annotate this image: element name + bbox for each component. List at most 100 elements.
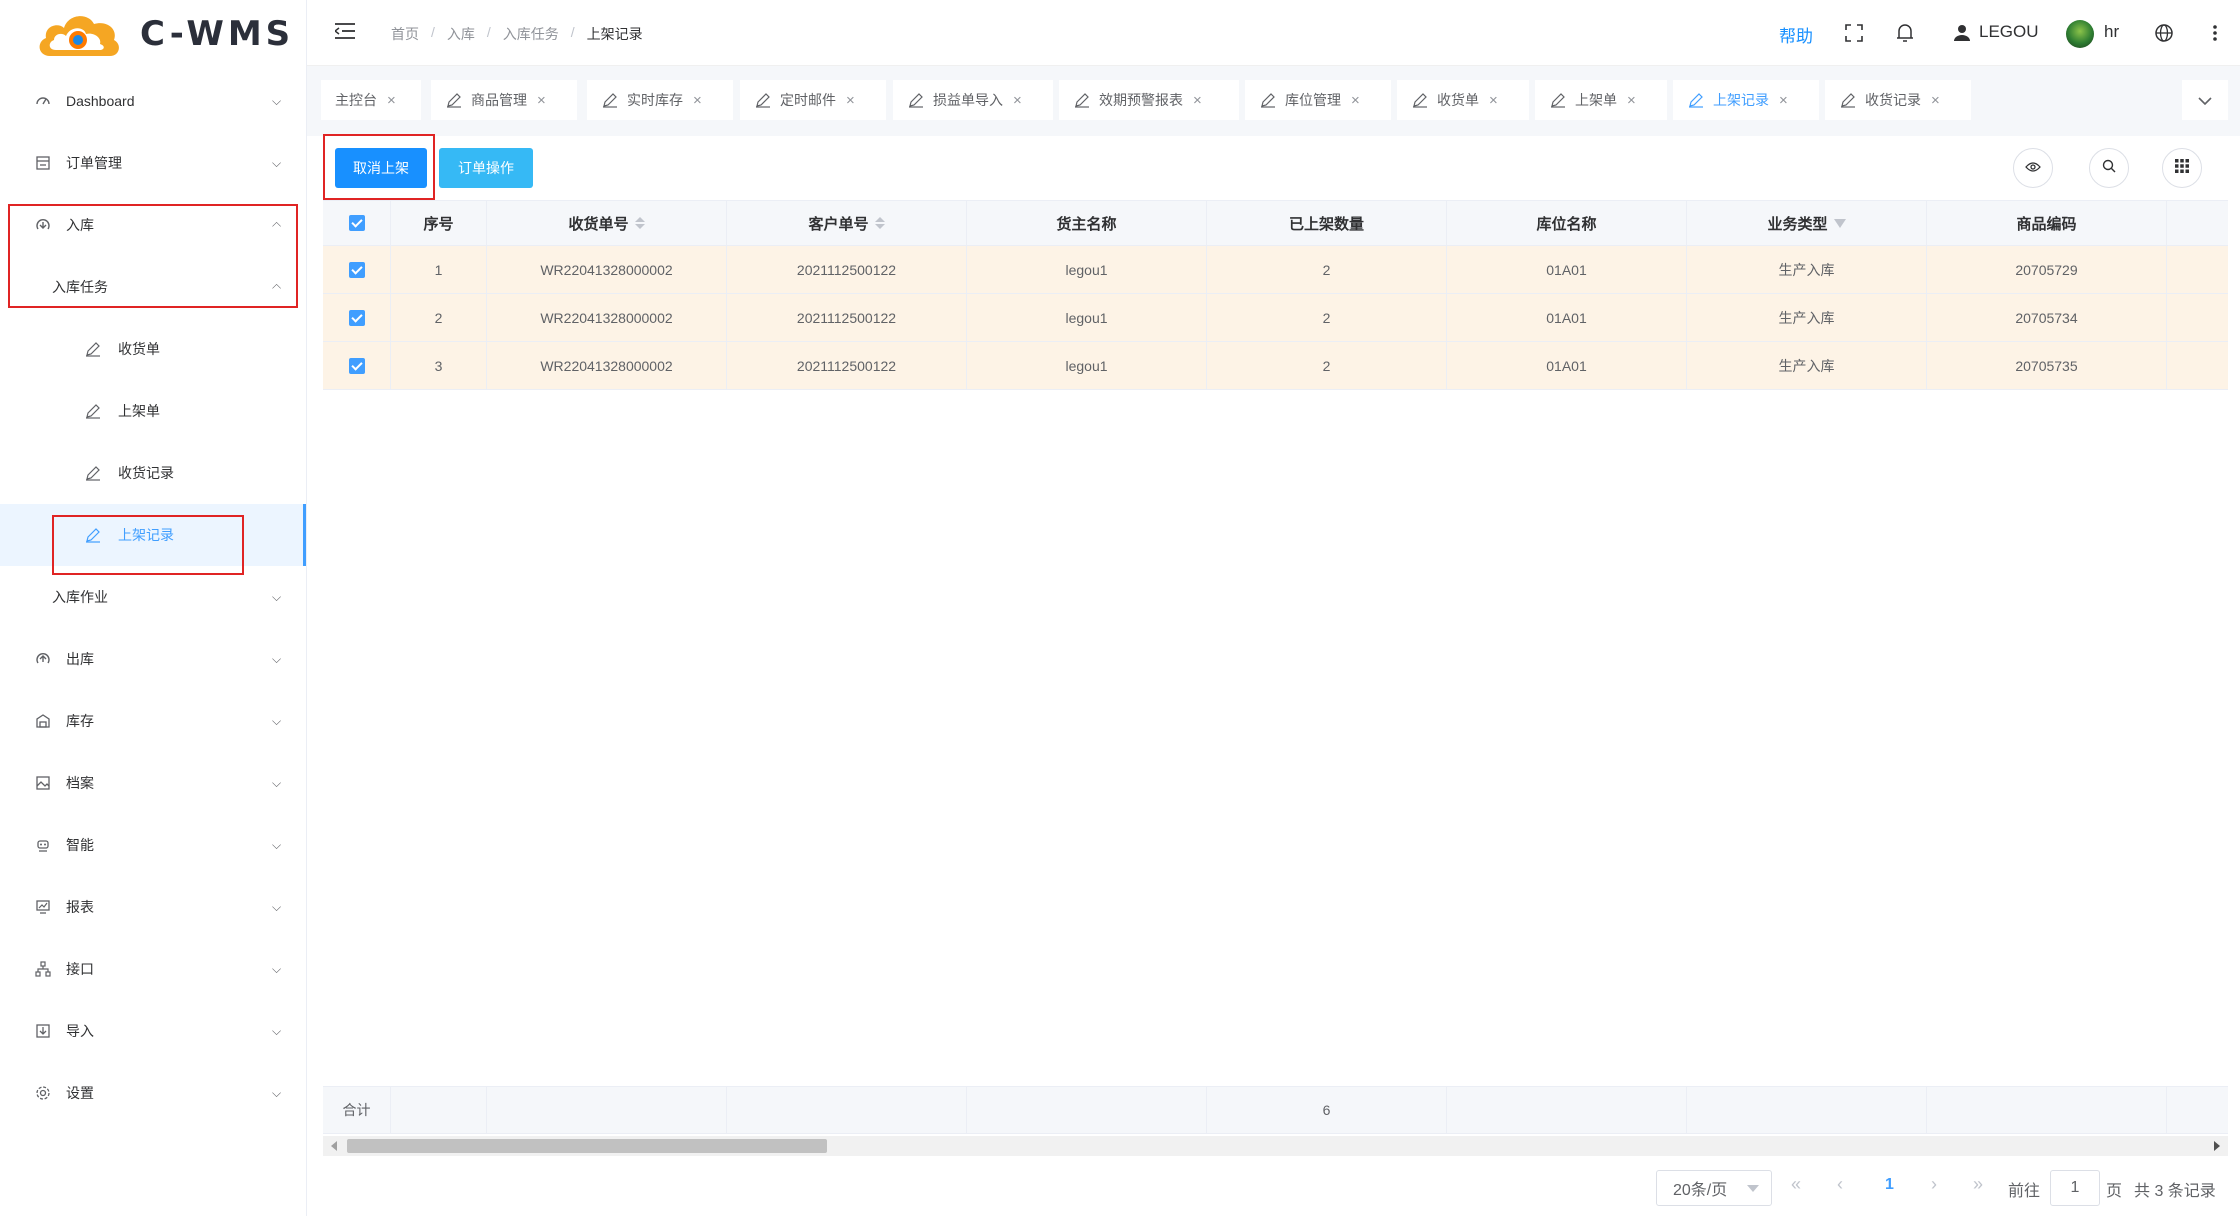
menu-import[interactable]: 导入 ⌵ bbox=[0, 1000, 306, 1062]
menu-outbound[interactable]: 出库 ⌵ bbox=[0, 628, 306, 690]
help-link[interactable]: 帮助 bbox=[1779, 22, 1813, 47]
tab-dashboard[interactable]: 主控台 × bbox=[321, 80, 421, 120]
next-page-icon[interactable]: › bbox=[1931, 1174, 1937, 1195]
bell-icon[interactable] bbox=[1894, 22, 1916, 44]
more-vertical-icon[interactable] bbox=[2204, 22, 2226, 44]
menu-label: 接口 bbox=[66, 961, 94, 977]
scroll-left-arrow-icon[interactable] bbox=[331, 1141, 337, 1151]
menu-archive[interactable]: 档案 ⌵ bbox=[0, 752, 306, 814]
menu-fold-icon[interactable] bbox=[333, 22, 355, 40]
col-receipt-no[interactable]: 收货单号 bbox=[487, 201, 727, 245]
goto-page-input[interactable]: 1 bbox=[2050, 1170, 2100, 1206]
last-page-icon[interactable]: » bbox=[1973, 1174, 1983, 1195]
fullscreen-icon[interactable] bbox=[1843, 22, 1865, 44]
tab-label: 实时库存 bbox=[627, 92, 683, 108]
account-name[interactable]: hr bbox=[2104, 22, 2119, 42]
menu-interface[interactable]: 接口 ⌵ bbox=[0, 938, 306, 1000]
menu-dashboard[interactable]: Dashboard ⌵ bbox=[0, 70, 306, 132]
close-icon[interactable]: × bbox=[537, 92, 546, 109]
globe-icon[interactable] bbox=[2153, 22, 2175, 44]
cell-biz-type: 生产入库 bbox=[1687, 246, 1927, 293]
tabs-dropdown-button[interactable] bbox=[2182, 80, 2228, 120]
scrollbar-thumb[interactable] bbox=[347, 1139, 827, 1153]
menu-order-mgmt[interactable]: 订单管理 ⌵ bbox=[0, 132, 306, 194]
close-icon[interactable]: × bbox=[1351, 92, 1360, 109]
close-icon[interactable]: × bbox=[1193, 92, 1202, 109]
tab-goods[interactable]: 商品管理 × bbox=[431, 80, 577, 120]
prev-page-icon[interactable]: ‹ bbox=[1837, 1174, 1843, 1195]
table-row[interactable]: 2 WR22041328000002 2021112500122 legou1 … bbox=[323, 294, 2228, 342]
menu-settings[interactable]: 设置 ⌵ bbox=[0, 1062, 306, 1124]
search-button[interactable] bbox=[2089, 148, 2129, 188]
close-icon[interactable]: × bbox=[1013, 92, 1022, 109]
row-select-cell bbox=[323, 246, 391, 293]
menu-putaway-record[interactable]: 上架记录 bbox=[0, 504, 306, 566]
close-icon[interactable]: × bbox=[1627, 92, 1636, 109]
first-page-icon[interactable]: « bbox=[1791, 1174, 1801, 1195]
app-logo[interactable]: C-WMS bbox=[32, 6, 294, 62]
order-ops-button[interactable]: 订单操作 bbox=[439, 148, 533, 188]
cancel-putaway-button[interactable]: 取消上架 bbox=[335, 148, 427, 188]
cell-location: 01A01 bbox=[1447, 342, 1687, 389]
menu-inbound[interactable]: 入库 ⌵ bbox=[0, 194, 306, 256]
breadcrumb-home[interactable]: 首页 bbox=[391, 24, 419, 44]
pagination: 20条/页 « ‹ 1 › » 前往 1 页 共 3 条记录 bbox=[323, 1168, 2228, 1208]
edit-icon bbox=[1549, 91, 1567, 109]
user-icon bbox=[1951, 22, 1973, 44]
close-icon[interactable]: × bbox=[387, 92, 396, 109]
summary-qty: 6 bbox=[1207, 1087, 1447, 1133]
menu-stock[interactable]: 库存 ⌵ bbox=[0, 690, 306, 752]
summary-row: 合计 6 bbox=[323, 1086, 2228, 1134]
col-customer-no[interactable]: 客户单号 bbox=[727, 201, 967, 245]
sort-icon[interactable] bbox=[634, 217, 645, 229]
cell-receipt-no: WR22041328000002 bbox=[487, 294, 727, 341]
column-settings-button[interactable] bbox=[2162, 148, 2202, 188]
menu-inbound-op[interactable]: 入库作业 ⌵ bbox=[0, 566, 306, 628]
close-icon[interactable]: × bbox=[1489, 92, 1498, 109]
tab-expiry-report[interactable]: 效期预警报表 × bbox=[1059, 80, 1239, 120]
sort-icon[interactable] bbox=[874, 217, 885, 229]
cell-extra bbox=[2167, 342, 2228, 389]
table-row[interactable]: 1 WR22041328000002 2021112500122 legou1 … bbox=[323, 246, 2228, 294]
row-checkbox[interactable] bbox=[348, 309, 365, 326]
tab-realtime-stock[interactable]: 实时库存 × bbox=[587, 80, 733, 120]
tab-location-mgmt[interactable]: 库位管理 × bbox=[1245, 80, 1391, 120]
menu-smart[interactable]: 智能 ⌵ bbox=[0, 814, 306, 876]
eye-toggle-button[interactable] bbox=[2013, 148, 2053, 188]
close-icon[interactable]: × bbox=[846, 92, 855, 109]
tab-pnl-import[interactable]: 损益单导入 × bbox=[893, 80, 1053, 120]
menu-label: 收货记录 bbox=[118, 465, 174, 481]
close-icon[interactable]: × bbox=[1779, 92, 1788, 109]
close-icon[interactable]: × bbox=[1931, 92, 1940, 109]
menu-label: 档案 bbox=[66, 775, 94, 791]
breadcrumb-current: 上架记录 bbox=[586, 26, 643, 42]
summary-cell bbox=[1927, 1087, 2167, 1133]
page-size-select[interactable]: 20条/页 bbox=[1656, 1170, 1772, 1206]
tab-receipt[interactable]: 收货单 × bbox=[1397, 80, 1529, 120]
horizontal-scrollbar[interactable] bbox=[323, 1136, 2228, 1156]
org-name[interactable]: LEGOU bbox=[1979, 22, 2039, 42]
current-page[interactable]: 1 bbox=[1885, 1176, 1894, 1194]
menu-receipt-record[interactable]: 收货记录 bbox=[0, 442, 306, 504]
table-row[interactable]: 3 WR22041328000002 2021112500122 legou1 … bbox=[323, 342, 2228, 390]
tab-receipt-record[interactable]: 收货记录 × bbox=[1825, 80, 1971, 120]
select-all-checkbox[interactable] bbox=[348, 215, 365, 231]
avatar[interactable] bbox=[2066, 20, 2094, 48]
menu-report[interactable]: 报表 ⌵ bbox=[0, 876, 306, 938]
menu-receipt[interactable]: 收货单 bbox=[0, 318, 306, 380]
filter-icon[interactable] bbox=[1833, 218, 1846, 228]
close-icon[interactable]: × bbox=[693, 92, 702, 109]
row-checkbox[interactable] bbox=[348, 357, 365, 374]
tab-putaway-record[interactable]: 上架记录 × bbox=[1673, 80, 1819, 120]
row-checkbox[interactable] bbox=[348, 261, 365, 278]
menu-putaway[interactable]: 上架单 bbox=[0, 380, 306, 442]
col-biz-type[interactable]: 业务类型 bbox=[1687, 201, 1927, 245]
menu-inbound-task[interactable]: 入库任务 ⌵ bbox=[0, 256, 306, 318]
breadcrumb-inbound[interactable]: 入库 bbox=[447, 24, 475, 44]
menu-label: 入库任务 bbox=[52, 279, 108, 295]
tab-putaway[interactable]: 上架单 × bbox=[1535, 80, 1667, 120]
tab-scheduled-mail[interactable]: 定时邮件 × bbox=[740, 80, 886, 120]
cell-qty: 2 bbox=[1207, 342, 1447, 389]
scroll-right-arrow-icon[interactable] bbox=[2214, 1141, 2220, 1151]
breadcrumb-inbound-task[interactable]: 入库任务 bbox=[503, 24, 559, 44]
